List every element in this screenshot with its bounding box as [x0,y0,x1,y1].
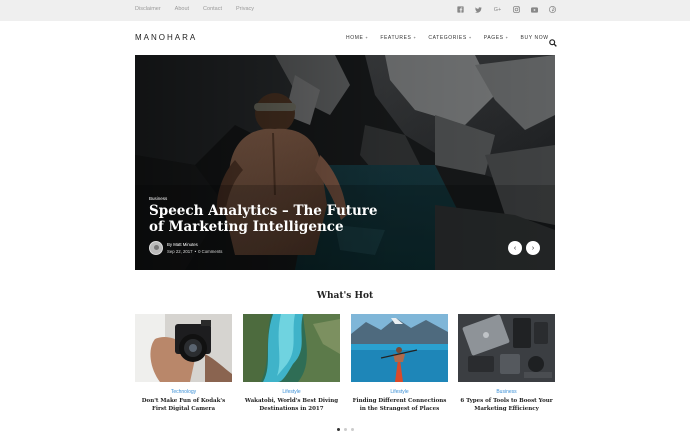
top-link-contact[interactable]: Contact [203,6,222,12]
nav-buy-now[interactable]: BUY NOW [521,35,549,41]
pinterest-icon[interactable] [549,5,556,14]
google-plus-icon[interactable]: G+ [493,5,502,14]
instagram-icon[interactable] [513,5,520,14]
social-links: G+ [457,5,556,14]
nav-pages[interactable]: PAGES + [484,35,509,41]
chevron-right-icon: › [531,244,535,252]
nav-pages-expand-icon: + [505,35,509,40]
facebook-icon[interactable] [457,5,464,14]
pagination-dot[interactable] [344,428,347,431]
main-nav: HOME + FEATURES + CATEGORIES + PAGES + BUY N… [346,35,549,41]
desk-tools-photo-image [458,314,555,382]
nav-features-label: FEATURES [380,35,412,41]
post-thumbnail[interactable] [351,314,448,382]
post-thumbnail[interactable] [243,314,340,382]
hero-author[interactable]: By Matt Minutes [167,242,198,247]
hero-image [135,55,555,270]
hero-comments[interactable]: 0 Comments [198,249,222,254]
nav-categories[interactable]: CATEGORIES + [428,35,471,41]
youtube-icon[interactable] [531,5,538,14]
post-card[interactable]: Lifestyle Wakatobi, World's Best Diving … [243,314,340,413]
post-category[interactable]: Business [458,389,555,395]
post-category[interactable]: Lifestyle [243,389,340,395]
post-thumbnail[interactable] [135,314,232,382]
lagoon-photo-image [243,314,340,382]
nav-pages-label: PAGES [483,35,504,41]
hero-meta: Sep 22, 2017 • 0 Comments [167,249,222,254]
post-card[interactable]: Technology Don't Make Fun of Kodak's Fir… [135,314,232,413]
hero-category[interactable]: Business [149,196,167,201]
hero-title[interactable]: Speech Analytics – The Future of Marketi… [149,203,379,235]
pagination-dot[interactable] [337,428,340,431]
chevron-left-icon: ‹ [513,244,517,252]
nav-home-expand-icon: + [365,35,369,40]
post-title[interactable]: 6 Types of Tools to Boost Your Marketing… [458,398,555,413]
top-link-about[interactable]: About [175,6,189,12]
pagination-dot[interactable] [351,428,354,431]
post-category[interactable]: Technology [135,389,232,395]
carousel-pagination [337,428,354,431]
nav-home-label: HOME [346,35,364,41]
meta-separator: • [194,249,197,254]
prev-slide-button[interactable]: ‹ [508,241,522,255]
post-card[interactable]: Lifestyle Finding Different Connections … [351,314,448,413]
post-title[interactable]: Don't Make Fun of Kodak's First Digital … [135,398,232,413]
nav-buy-now-label: BUY NOW [520,35,549,41]
post-category[interactable]: Lifestyle [351,389,448,395]
next-slide-button[interactable]: › [526,241,540,255]
post-card[interactable]: Business 6 Types of Tools to Boost Your … [458,314,555,413]
kayak-photo-image [351,314,448,382]
site-logo[interactable]: MANOHARA [135,33,197,42]
top-link-privacy[interactable]: Privacy [236,6,254,12]
nav-home[interactable]: HOME + [346,35,368,41]
camera-photo-image [135,314,232,382]
top-link-disclaimer[interactable]: Disclaimer [135,6,161,12]
hero-slider[interactable]: Business Speech Analytics – The Future o… [135,55,555,270]
nav-categories-expand-icon: + [468,35,472,40]
search-icon[interactable] [549,34,557,47]
twitter-icon[interactable] [475,5,482,14]
post-title[interactable]: Wakatobi, World's Best Diving Destinatio… [243,398,340,413]
post-title[interactable]: Finding Different Connections in the Str… [351,398,448,413]
nav-features-expand-icon: + [413,35,417,40]
author-avatar [149,241,163,255]
post-thumbnail[interactable] [458,314,555,382]
hero-date: Sep 22, 2017 [167,249,193,254]
top-links: Disclaimer About Contact Privacy [135,6,254,12]
section-title: What's Hot [316,291,374,301]
nav-features[interactable]: FEATURES + [380,35,416,41]
nav-categories-label: CATEGORIES [428,35,467,41]
top-bar: Disclaimer About Contact Privacy G+ [0,0,690,21]
